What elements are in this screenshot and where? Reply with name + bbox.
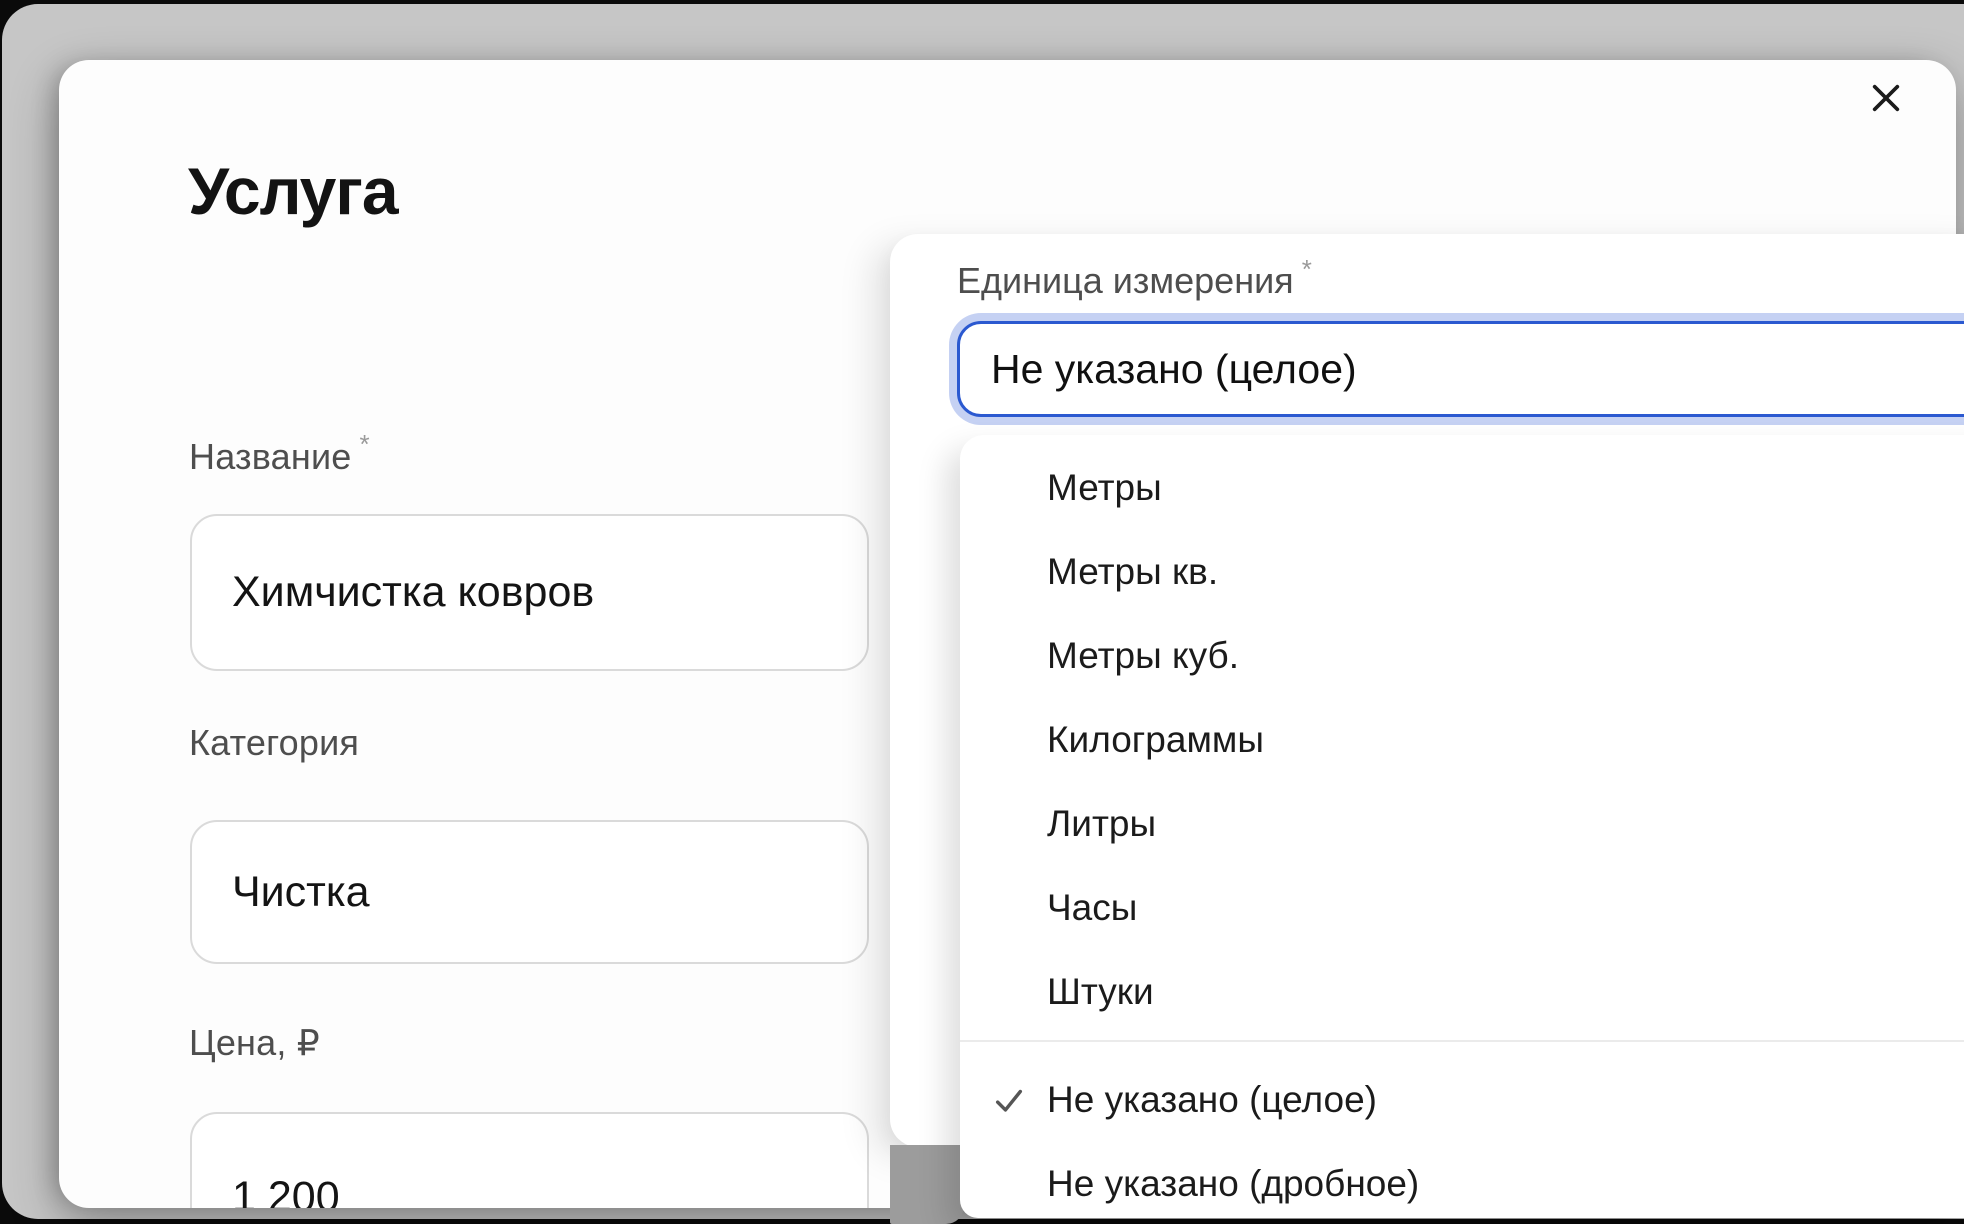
dropdown-option[interactable]: Часы: [960, 866, 1964, 950]
close-icon: [1866, 78, 1906, 118]
name-label-text: Название: [189, 436, 351, 477]
unit-required-mark: *: [1302, 254, 1312, 284]
unit-field-label: Единица измерения*: [957, 260, 1312, 302]
price-input[interactable]: [190, 1112, 869, 1208]
dropdown-option[interactable]: Штуки: [960, 950, 1964, 1034]
dropdown-option-label: Не указано (целое): [1047, 1079, 1377, 1121]
dropdown-option-selected[interactable]: Не указано (целое): [960, 1058, 1964, 1142]
name-field-label: Название*: [189, 436, 370, 477]
dropdown-option-label: Не указано (дробное): [1047, 1163, 1419, 1205]
dropdown-option[interactable]: Метры куб.: [960, 614, 1964, 698]
modal-title: Услуга: [188, 158, 398, 224]
close-button[interactable]: [1863, 75, 1909, 121]
unit-select-value: Не указано (целое): [991, 346, 1357, 393]
screen: Услуга Название* Категория Цена, ₽ Едини…: [0, 0, 1964, 1224]
dropdown-option[interactable]: Килограммы: [960, 698, 1964, 782]
dropdown-option[interactable]: Метры кв.: [960, 530, 1964, 614]
unit-dropdown: МетрыМетры кв.Метры куб.КилограммыЛитрыЧ…: [960, 435, 1964, 1218]
unit-options-list: МетрыМетры кв.Метры куб.КилограммыЛитрыЧ…: [960, 435, 1964, 1034]
name-input[interactable]: [190, 514, 869, 671]
dropdown-option[interactable]: Не указано (дробное): [960, 1142, 1964, 1218]
category-label-text: Категория: [189, 722, 359, 763]
selected-check-icon: [992, 1083, 1026, 1117]
unit-special-options-list: Не указано (целое) Не указано (дробное): [960, 1042, 1964, 1218]
dropdown-option[interactable]: Литры: [960, 782, 1964, 866]
unit-select[interactable]: Не указано (целое): [957, 321, 1964, 417]
category-input[interactable]: [190, 820, 869, 964]
dropdown-option[interactable]: Метры: [960, 446, 1964, 530]
price-field-label: Цена, ₽: [189, 1022, 320, 1063]
panel-shadow: [890, 1145, 964, 1224]
category-field-label: Категория: [189, 722, 359, 763]
price-label-text: Цена, ₽: [189, 1022, 320, 1063]
unit-label-text: Единица измерения: [957, 260, 1294, 301]
name-required-mark: *: [359, 429, 369, 459]
